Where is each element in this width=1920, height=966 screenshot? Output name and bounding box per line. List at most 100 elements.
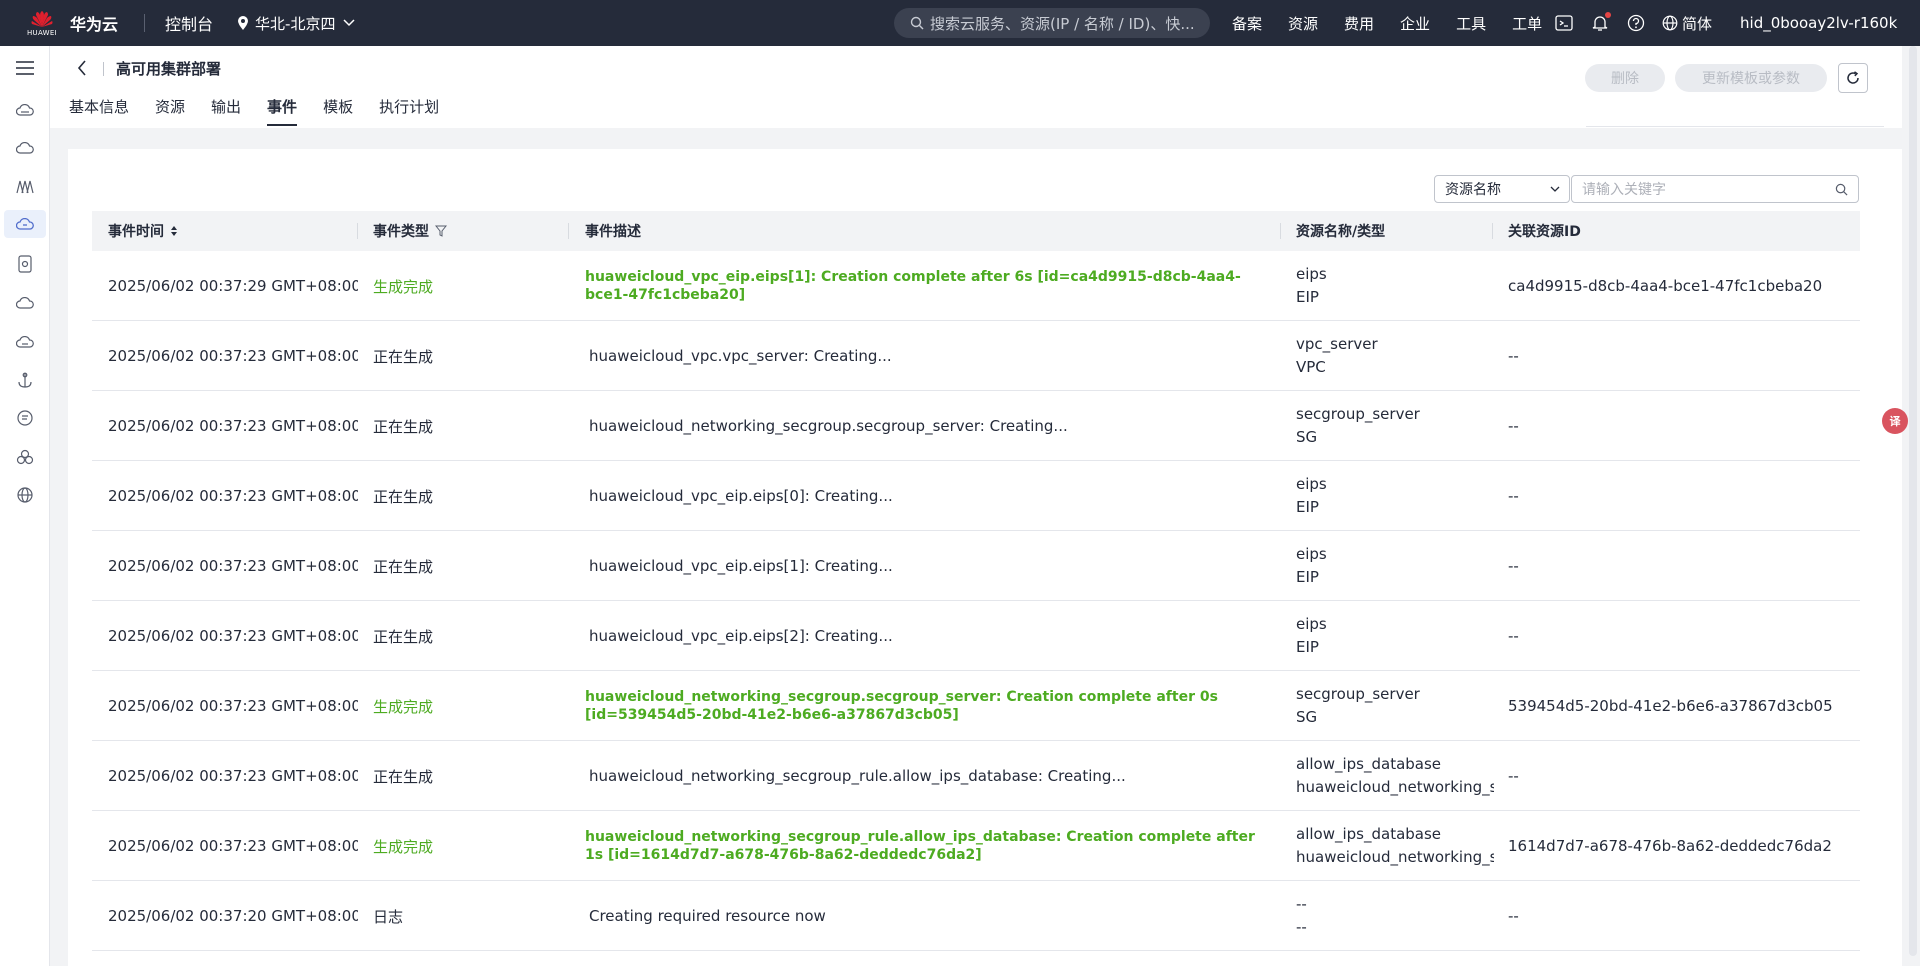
update-template-button[interactable]: 更新模板或参数 [1675, 64, 1827, 92]
cloud-database-icon[interactable] [15, 332, 35, 352]
language-selector[interactable]: 简体 [1662, 13, 1712, 34]
resource-id: -- [1508, 767, 1519, 785]
event-type: 正在生成 [373, 347, 434, 366]
cluster-icon[interactable] [15, 447, 35, 467]
resource-id: -- [1508, 627, 1519, 645]
column-header-time[interactable]: 事件时间 [108, 211, 178, 251]
document-icon[interactable] [15, 254, 35, 274]
resource-id: -- [1508, 487, 1519, 505]
user-account[interactable]: hid_0booay2lv-r160k [1740, 14, 1897, 32]
region-selector[interactable]: 华北-北京四 [237, 13, 355, 34]
search-icon [1835, 183, 1848, 196]
resource-name: allow_ips_database [1296, 755, 1442, 773]
cloud-storage-icon[interactable] [15, 293, 35, 313]
filter-field-select[interactable]: 资源名称 [1434, 175, 1570, 203]
menu-icon[interactable] [15, 58, 35, 78]
resource-type: -- [1296, 918, 1307, 936]
back-arrow-icon[interactable] [72, 58, 92, 78]
resource-type: huaweicloud_networking_sec [1296, 778, 1494, 796]
bell-icon[interactable] [1590, 12, 1611, 33]
top-nav: 备案 资源 费用 企业 工具 工单 [1232, 0, 1568, 46]
resource-name-type: eips EIP [1296, 461, 1494, 531]
location-pin-icon [238, 16, 249, 30]
tab-outputs[interactable]: 输出 [211, 96, 241, 126]
event-type: 正在生成 [373, 487, 434, 506]
tab-resources[interactable]: 资源 [155, 96, 185, 126]
event-type: 生成完成 [373, 277, 434, 296]
nav-tickets[interactable]: 工单 [1512, 13, 1542, 34]
resource-name: secgroup_server [1296, 405, 1420, 423]
events-card: 资源名称 请输入关键字 事件时间 事件类型 事件描述 资源名称/类型 关联资源I… [68, 149, 1902, 966]
nav-tools[interactable]: 工具 [1456, 13, 1486, 34]
cloud-service-icon[interactable] [15, 100, 35, 120]
anchor-icon[interactable] [15, 370, 35, 390]
search-icon [910, 16, 924, 30]
vertical-scrollbar[interactable] [1909, 46, 1917, 956]
resource-type: VPC [1296, 358, 1326, 376]
global-search-input[interactable]: 搜索云服务、资源(IP / 名称 / ID)、快... [894, 8, 1210, 38]
tab-execution-plan[interactable]: 执行计划 [379, 96, 439, 126]
resource-name-type: eips EIP [1296, 251, 1494, 321]
event-description: huaweicloud_vpc_eip.eips[0]: Creating... [589, 487, 893, 505]
network-icon[interactable] [15, 177, 35, 197]
chevron-down-icon [343, 19, 355, 27]
event-description: huaweicloud_vpc_eip.eips[1]: Creating... [589, 557, 893, 575]
translate-float-button[interactable]: 译 [1882, 408, 1908, 434]
sort-icon[interactable] [170, 225, 178, 237]
resource-name: eips [1296, 265, 1327, 283]
console-link[interactable]: 控制台 [165, 11, 213, 35]
event-type: 正在生成 [373, 627, 434, 646]
table-row: 2025/06/02 00:37:23 GMT+08:00 生成完成 huawe… [92, 811, 1860, 881]
event-time: 2025/06/02 00:37:23 GMT+08:00 [108, 487, 358, 505]
column-header-type-label: 事件类型 [373, 224, 429, 240]
language-label: 简体 [1682, 14, 1713, 33]
tab-basic-info[interactable]: 基本信息 [69, 96, 129, 126]
event-time: 2025/06/02 00:37:23 GMT+08:00 [108, 767, 358, 785]
delete-button[interactable]: 删除 [1585, 64, 1665, 92]
event-time: 2025/06/02 00:37:23 GMT+08:00 [108, 697, 358, 715]
event-type: 正在生成 [373, 417, 434, 436]
resource-name: eips [1296, 475, 1327, 493]
event-description: huaweicloud_vpc_eip.eips[1]: Creation co… [585, 269, 1241, 303]
resource-type: huaweicloud_networking_sec [1296, 848, 1494, 866]
tab-events[interactable]: 事件 [267, 96, 298, 126]
column-header-type[interactable]: 事件类型 [373, 211, 447, 251]
resource-name-type: vpc_server VPC [1296, 321, 1494, 391]
nav-enterprise[interactable]: 企业 [1400, 13, 1430, 34]
nav-beian[interactable]: 备案 [1232, 13, 1262, 34]
table-row: 2025/06/02 00:37:23 GMT+08:00 正在生成 huawe… [92, 461, 1860, 531]
nav-resources[interactable]: 资源 [1288, 13, 1318, 34]
huawei-logo[interactable]: HUAWEI [22, 10, 62, 37]
tab-template[interactable]: 模板 [323, 96, 353, 126]
message-icon[interactable] [15, 408, 35, 428]
resource-id: -- [1508, 347, 1519, 365]
resource-type: EIP [1296, 288, 1319, 306]
resource-type: EIP [1296, 638, 1319, 656]
refresh-button[interactable] [1838, 63, 1868, 93]
terminal-icon[interactable] [1554, 13, 1574, 33]
event-description: huaweicloud_networking_secgroup_rule.all… [585, 829, 1255, 863]
chevron-down-icon [1550, 186, 1560, 192]
rfs-stack-icon[interactable] [4, 210, 46, 238]
resource-id: 1614d7d7-a678-476b-8a62-deddedc76da2 [1508, 837, 1832, 855]
nav-billing[interactable]: 费用 [1344, 13, 1374, 34]
globe-network-icon[interactable] [15, 485, 35, 505]
event-description: huaweicloud_networking_secgroup_rule.all… [589, 767, 1126, 785]
keyword-search-input[interactable]: 请输入关键字 [1571, 175, 1859, 203]
table-row: 2025/06/02 00:37:23 GMT+08:00 正在生成 huawe… [92, 391, 1860, 461]
event-description: huaweicloud_networking_secgroup.secgroup… [585, 689, 1218, 723]
event-description: huaweicloud_vpc_eip.eips[2]: Creating... [589, 627, 893, 645]
table-row: 2025/06/02 00:37:23 GMT+08:00 正在生成 huawe… [92, 531, 1860, 601]
notification-dot [1605, 12, 1611, 18]
help-icon[interactable] [1626, 13, 1646, 33]
event-description: Creating required resource now [589, 907, 826, 925]
filter-icon[interactable] [435, 225, 447, 237]
brand-name[interactable]: 华为云 [70, 11, 118, 35]
event-type: 正在生成 [373, 767, 434, 786]
column-divider [568, 223, 569, 239]
column-header-resource: 资源名称/类型 [1296, 224, 1386, 240]
events-table: 事件时间 事件类型 事件描述 资源名称/类型 关联资源ID 2025/06/02… [92, 211, 1860, 951]
page-header: 高可用集群部署 基本信息 资源 输出 事件 模板 执行计划 删除 更新模板或参数 [50, 46, 1902, 128]
cloud-compute-icon[interactable] [15, 138, 35, 158]
resource-id: -- [1508, 557, 1519, 575]
